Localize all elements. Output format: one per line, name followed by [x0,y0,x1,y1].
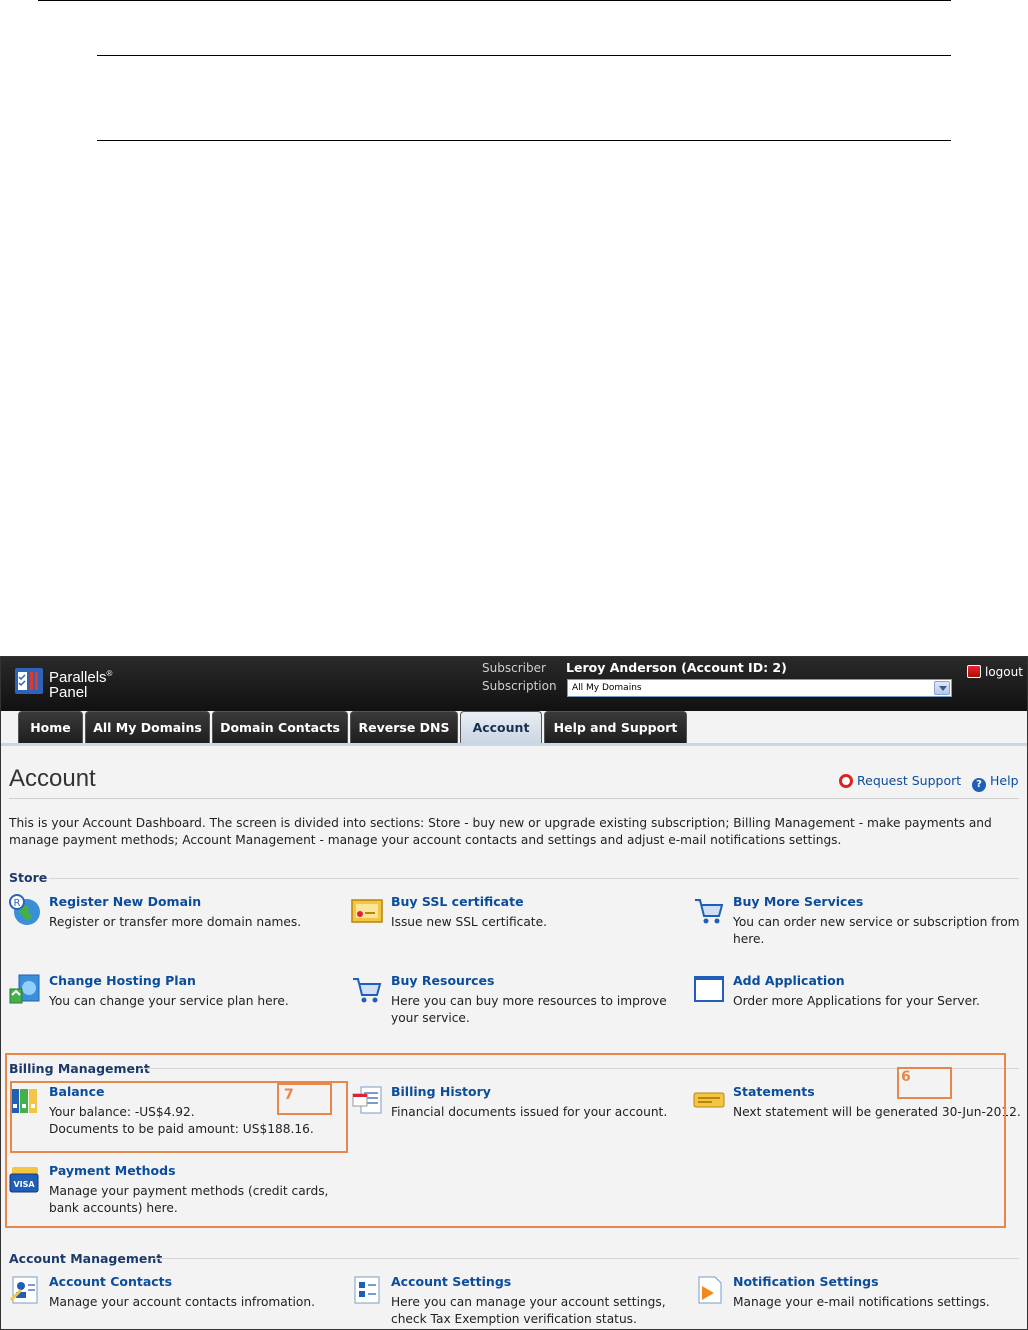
register-domain-desc: Register or transfer more domain names. [49,915,302,929]
register-domain-link[interactable]: Register New Domain [49,894,201,909]
tab-strip [1,743,1027,746]
logout-link[interactable]: logout [967,665,1023,679]
tab-help-and-support[interactable]: Help and Support [544,711,687,743]
section-heading-store: Store [9,870,48,885]
subscriber-label: Subscriber [482,661,546,675]
buy-more-services-link[interactable]: Buy More Services [733,894,863,909]
document-rule [97,140,951,141]
tab-all-my-domains[interactable]: All My Domains [85,711,210,743]
annotation-label-6: 6 [901,1069,911,1085]
buy-resources-desc: Here you can buy more resources to impro… [391,994,667,1025]
cart-icon [353,978,382,1003]
annotation-label-7: 7 [284,1087,294,1103]
contacts-icon [9,1276,38,1304]
section-divider [153,1258,1019,1259]
window-icon [694,976,724,1002]
buy-ssl-link[interactable]: Buy SSL certificate [391,894,524,909]
account-contacts-desc: Manage your account contacts infromation… [49,1295,315,1309]
notification-settings-link[interactable]: Notification Settings [733,1274,879,1289]
notification-settings-desc: Manage your e-mail notifications setting… [733,1295,990,1309]
title-divider [9,798,1019,799]
subscriber-name: Leroy Anderson (Account ID: 2) [566,660,787,675]
hosting-plan-icon [9,974,40,1004]
parallels-logo-icon [15,668,43,694]
account-settings-link[interactable]: Account Settings [391,1274,511,1289]
tab-domain-contacts[interactable]: Domain Contacts [212,711,348,743]
request-support-link[interactable]: Request Support [839,773,961,788]
top-bar: Parallels® Panel Subscriber Leroy Anders… [1,657,1027,711]
buy-more-services-desc: You can order new service or subscriptio… [733,915,1020,946]
screenshot: Parallels® Panel Subscriber Leroy Anders… [0,656,1028,1330]
buy-resources-link[interactable]: Buy Resources [391,973,494,988]
buy-ssl-desc: Issue new SSL certificate. [391,915,547,929]
help-link[interactable]: ? Help [972,773,1019,792]
subscription-select[interactable]: All My Domains [567,679,952,697]
chevron-down-icon[interactable] [934,681,950,695]
document-top-rule [38,0,951,1]
section-divider [49,878,1019,879]
subscription-label: Subscription [482,679,557,693]
notification-icon [698,1276,722,1304]
document-rule [97,55,951,56]
page-title: Account [9,765,96,792]
tab-home[interactable]: Home [18,711,83,743]
help-icon: ? [972,778,986,792]
tab-account[interactable]: Account [460,711,542,743]
parallels-logo[interactable]: Parallels® Panel [15,665,145,701]
subscription-select-value: All My Domains [572,683,642,693]
settings-icon [354,1276,380,1304]
certificate-icon [351,899,383,923]
change-hosting-plan-desc: You can change your service plan here. [49,994,289,1008]
intro-text: This is your Account Dashboard. The scre… [9,816,992,847]
globe-icon: R [9,894,40,925]
logo-text: Parallels® Panel [49,669,113,701]
account-settings-desc: Here you can manage your account setting… [391,1295,666,1326]
lifebuoy-icon [839,774,853,788]
cart-icon [695,899,724,924]
add-application-link[interactable]: Add Application [733,973,845,988]
section-heading-account-management: Account Management [9,1251,163,1266]
svg-text:R: R [14,898,21,909]
add-application-desc: Order more Applications for your Server. [733,994,980,1008]
account-contacts-link[interactable]: Account Contacts [49,1274,172,1289]
logout-icon [967,665,981,678]
change-hosting-plan-link[interactable]: Change Hosting Plan [49,973,196,988]
tab-reverse-dns[interactable]: Reverse DNS [350,711,458,743]
